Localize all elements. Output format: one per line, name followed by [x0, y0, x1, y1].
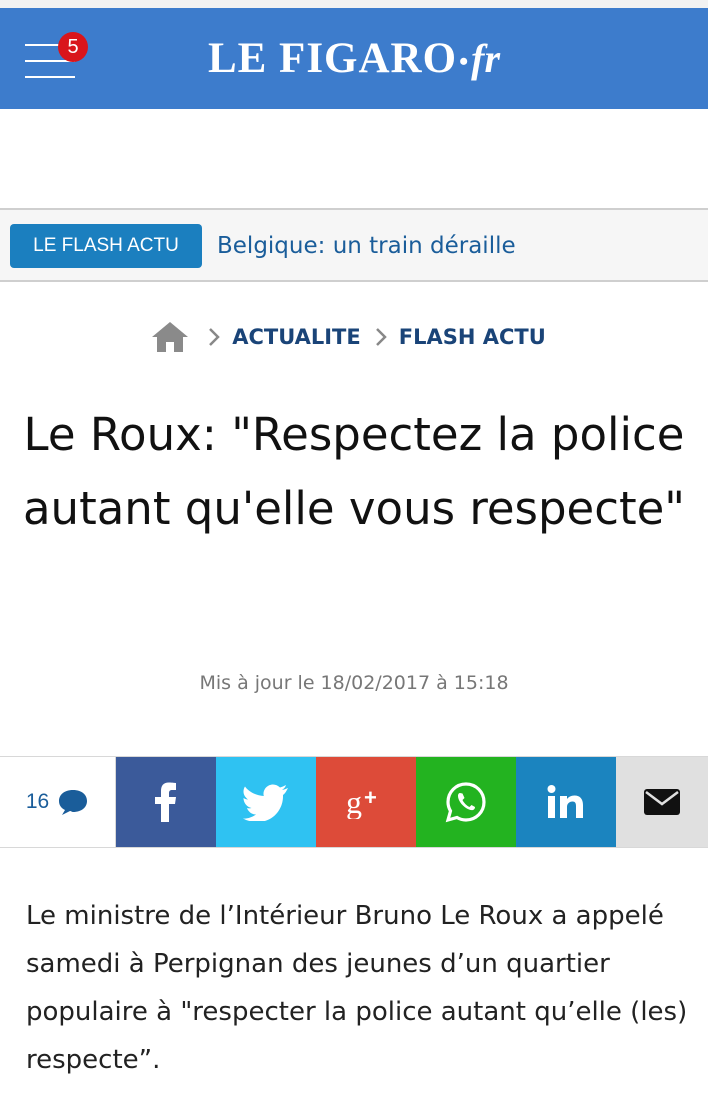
linkedin-icon — [547, 785, 583, 818]
article-title: Le Roux: "Respectez la police autant qu'… — [22, 408, 685, 535]
google-plus-icon: g + — [346, 785, 377, 819]
speech-bubble-icon — [59, 790, 88, 815]
comment-count: 16 — [25, 790, 50, 813]
twitter-icon — [243, 784, 288, 821]
comments-button[interactable]: 16 — [0, 757, 116, 847]
site-header: 5 LE FIGARO•fr — [0, 8, 708, 109]
breadcrumb-flash-actu[interactable]: FLASH ACTU — [399, 325, 546, 349]
logo-suffix: fr — [471, 36, 501, 81]
flash-actu-tag[interactable]: LE FLASH ACTU — [10, 224, 202, 268]
mail-icon — [644, 789, 680, 815]
top-edge — [0, 0, 708, 8]
article-lead: Le ministre de l’Intérieur Bruno Le Roux… — [26, 901, 688, 1075]
site-logo[interactable]: LE FIGARO•fr — [0, 34, 708, 87]
share-linkedin-button[interactable] — [516, 757, 616, 847]
logo-dot: • — [459, 47, 470, 77]
breadcrumb: ACTUALITE FLASH ACTU — [0, 312, 708, 362]
facebook-icon — [155, 782, 176, 822]
article-update-date: Mis à jour le 18/02/2017 à 15:18 — [199, 672, 509, 694]
whatsapp-icon — [445, 782, 486, 823]
svg-text:+: + — [364, 785, 377, 810]
logo-main-text: LE FIGARO — [207, 35, 458, 82]
share-twitter-button[interactable] — [216, 757, 316, 847]
share-facebook-button[interactable] — [116, 757, 216, 847]
flash-news-bar: LE FLASH ACTU Belgique: un train déraill… — [0, 208, 708, 282]
home-icon[interactable] — [150, 320, 190, 354]
svg-text:g: g — [346, 785, 362, 819]
chevron-right-icon — [375, 328, 387, 346]
share-bar: 16 g + — [0, 756, 708, 848]
share-email-button[interactable] — [616, 757, 708, 847]
breadcrumb-actualite[interactable]: ACTUALITE — [232, 325, 361, 349]
share-whatsapp-button[interactable] — [416, 757, 516, 847]
chevron-right-icon — [209, 328, 220, 346]
share-google-plus-button[interactable]: g + — [316, 757, 416, 847]
flash-headline-link[interactable]: Belgique: un train déraille — [217, 224, 516, 268]
